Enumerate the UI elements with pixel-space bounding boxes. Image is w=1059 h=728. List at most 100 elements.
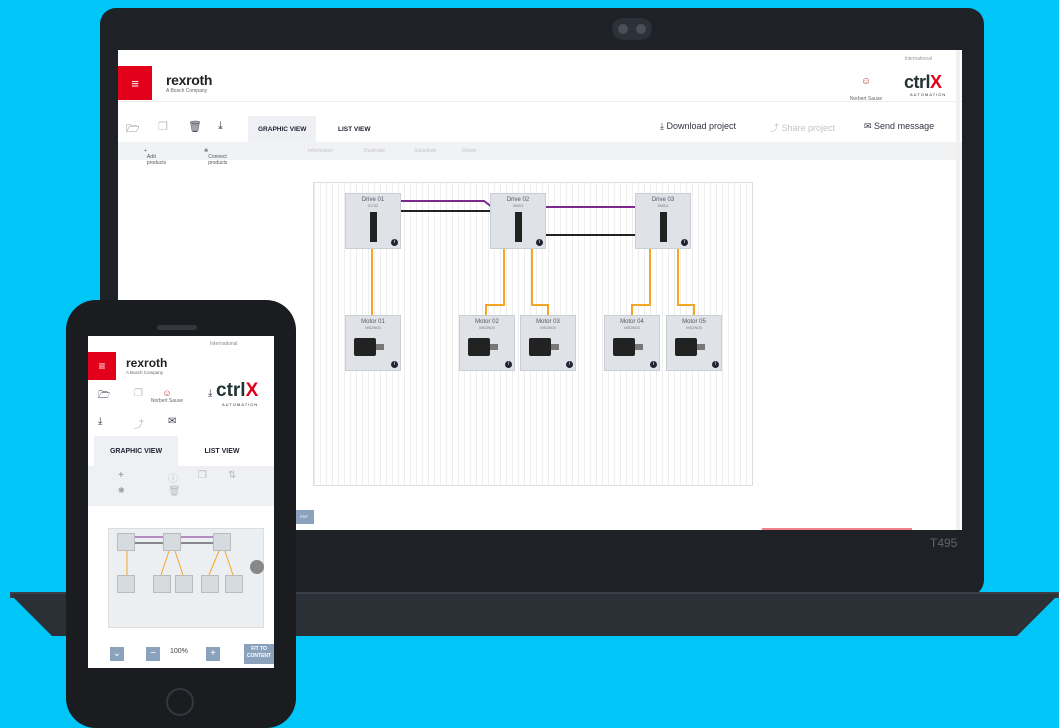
ctrlx-logo-subtitle: AUTOMATION <box>222 402 259 407</box>
motor-cable <box>631 249 651 315</box>
motor-node[interactable]: Motor 04 MS2N03 i <box>604 315 660 371</box>
motor-icon <box>529 338 551 356</box>
add-products-button[interactable]: + Add products <box>144 148 166 166</box>
delete-icon[interactable]: 🗑 <box>188 120 202 133</box>
status-bar-accent <box>762 528 912 530</box>
info-icon[interactable]: i <box>536 239 543 246</box>
download-icon[interactable]: ⤓ <box>208 388 212 399</box>
info-icon[interactable]: i <box>391 239 398 246</box>
diagram-minimap[interactable] <box>108 528 264 628</box>
info-action-icon[interactable]: ⓘ <box>168 470 178 485</box>
user-icon: ☺ <box>162 388 172 398</box>
delete-button[interactable]: Delete <box>462 148 476 154</box>
drive-node[interactable]: Drive 03 XMD1 i <box>635 193 691 249</box>
region-selector[interactable]: International <box>904 56 932 62</box>
motor-node[interactable] <box>117 575 135 593</box>
drive-node[interactable] <box>117 533 135 551</box>
tab-list-view[interactable]: LIST VIEW <box>180 436 264 466</box>
motor-cable <box>677 249 695 315</box>
tab-graphic-view[interactable]: GRAPHIC VIEW <box>94 436 178 466</box>
zoom-level: 100% <box>170 648 188 655</box>
motor-node[interactable]: Motor 05 MS2N03 i <box>666 315 722 371</box>
webcam <box>612 18 652 40</box>
fit-to-content-button[interactable]: FIT TO CONTENT <box>244 644 274 664</box>
laptop-model-label: T495 <box>930 536 958 550</box>
zoom-out-button[interactable]: − <box>146 647 160 661</box>
duplicate-icon[interactable]: ❐ <box>198 470 207 481</box>
download-project-button[interactable]: ⤓ Download project <box>660 121 736 132</box>
substitute-button[interactable]: Substitute <box>414 148 436 154</box>
motor-node[interactable]: Motor 03 MS2N03 i <box>520 315 576 371</box>
duplicate-button[interactable]: Duplicate <box>364 148 385 154</box>
rexroth-logo: rexroth <box>166 72 213 88</box>
substitute-icon[interactable]: ⇅ <box>228 470 236 481</box>
phone-home-button[interactable] <box>166 688 194 716</box>
action-subbar: + Add products ❋ Connect products Inform… <box>118 142 962 166</box>
zoom-in-button[interactable]: + <box>206 647 220 661</box>
hamburger-menu-button[interactable]: ≡ <box>88 352 116 380</box>
info-icon[interactable]: i <box>566 361 573 368</box>
motor-node[interactable]: Motor 01 MS2N03 i <box>345 315 401 371</box>
info-icon[interactable]: i <box>391 361 398 368</box>
app-header: International ≡ rexroth A Bosch Company … <box>118 50 962 102</box>
motor-node[interactable] <box>153 575 171 593</box>
drive-node[interactable] <box>213 533 231 551</box>
open-folder-icon[interactable]: 🗁 <box>98 388 110 405</box>
motor-node[interactable] <box>175 575 193 593</box>
copy-icon[interactable]: ❐ <box>158 120 168 133</box>
motor-icon <box>468 338 490 356</box>
rexroth-logo-subtitle: A Bosch Company <box>126 370 164 375</box>
rexroth-logo: rexroth <box>126 356 168 370</box>
collapse-button[interactable]: ⌄ <box>110 647 124 661</box>
drive-icon <box>370 212 377 242</box>
download-project-icon[interactable]: ⤓ <box>98 416 102 427</box>
connect-icon[interactable]: ❋ <box>118 486 125 495</box>
drive-node[interactable]: Drive 02 XMD1 i <box>490 193 546 249</box>
tab-list-view[interactable]: LIST VIEW <box>328 116 381 142</box>
motor-cable <box>485 249 505 315</box>
drive-node[interactable] <box>163 533 181 551</box>
mail-icon[interactable]: ✉ <box>168 416 176 427</box>
motor-icon <box>675 338 697 356</box>
motor-icon <box>613 338 635 356</box>
share-project-button[interactable]: ⤴ Share project <box>770 121 835 134</box>
drive-node[interactable]: Drive 01 XCS2 i <box>345 193 401 249</box>
hamburger-menu-button[interactable]: ≡ <box>118 66 152 100</box>
action-panel: + ❋ ⓘ ❐ ⇅ 🗑 <box>88 466 274 506</box>
user-account[interactable]: ☺ Norbert Sause <box>150 388 184 404</box>
motor-node[interactable]: Motor 02 MS2N03 i <box>459 315 515 371</box>
drive-icon <box>660 212 667 242</box>
share-icon[interactable]: ⤴ <box>134 416 144 431</box>
info-icon[interactable]: i <box>505 361 512 368</box>
information-button[interactable]: Information <box>308 148 333 154</box>
motor-cable <box>531 249 549 315</box>
phone-scroll-knob[interactable] <box>250 560 264 574</box>
copy-icon[interactable]: ❐ <box>134 388 143 399</box>
motor-node[interactable] <box>225 575 243 593</box>
open-folder-icon[interactable]: 🗁 <box>126 120 140 139</box>
export-pdf-button[interactable]: PDF <box>294 510 314 524</box>
hamburger-icon: ≡ <box>98 359 106 373</box>
motor-icon <box>354 338 376 356</box>
download-icon[interactable]: ⤓ <box>218 120 223 133</box>
info-icon[interactable]: i <box>681 239 688 246</box>
ctrlx-logo: ctrlX <box>904 72 942 92</box>
info-icon[interactable]: i <box>650 361 657 368</box>
drive-icon <box>515 212 522 242</box>
rexroth-logo-subtitle: A Bosch Company <box>166 88 208 94</box>
motor-node[interactable] <box>201 575 219 593</box>
region-selector[interactable]: International <box>210 341 238 347</box>
vertical-scrollbar[interactable] <box>956 50 960 530</box>
delete-icon[interactable]: 🗑 <box>168 486 181 497</box>
phone-speaker <box>157 325 197 330</box>
info-icon[interactable]: i <box>712 361 719 368</box>
user-icon: ☺ <box>860 76 872 87</box>
send-message-button[interactable]: ✉ Send message <box>864 121 934 132</box>
tab-graphic-view[interactable]: GRAPHIC VIEW <box>248 116 317 142</box>
connect-products-button[interactable]: ❋ Connect products <box>204 148 227 166</box>
add-icon[interactable]: + <box>118 470 124 481</box>
ctrlx-logo: ctrlX <box>216 380 259 401</box>
ctrlx-logo-subtitle: AUTOMATION <box>910 92 947 97</box>
diagram-canvas[interactable]: Drive 01 XCS2 i Drive 02 XMD1 i Drive 03 XM… <box>313 182 753 486</box>
user-account[interactable]: ☺ Norbert Sause <box>846 76 886 105</box>
